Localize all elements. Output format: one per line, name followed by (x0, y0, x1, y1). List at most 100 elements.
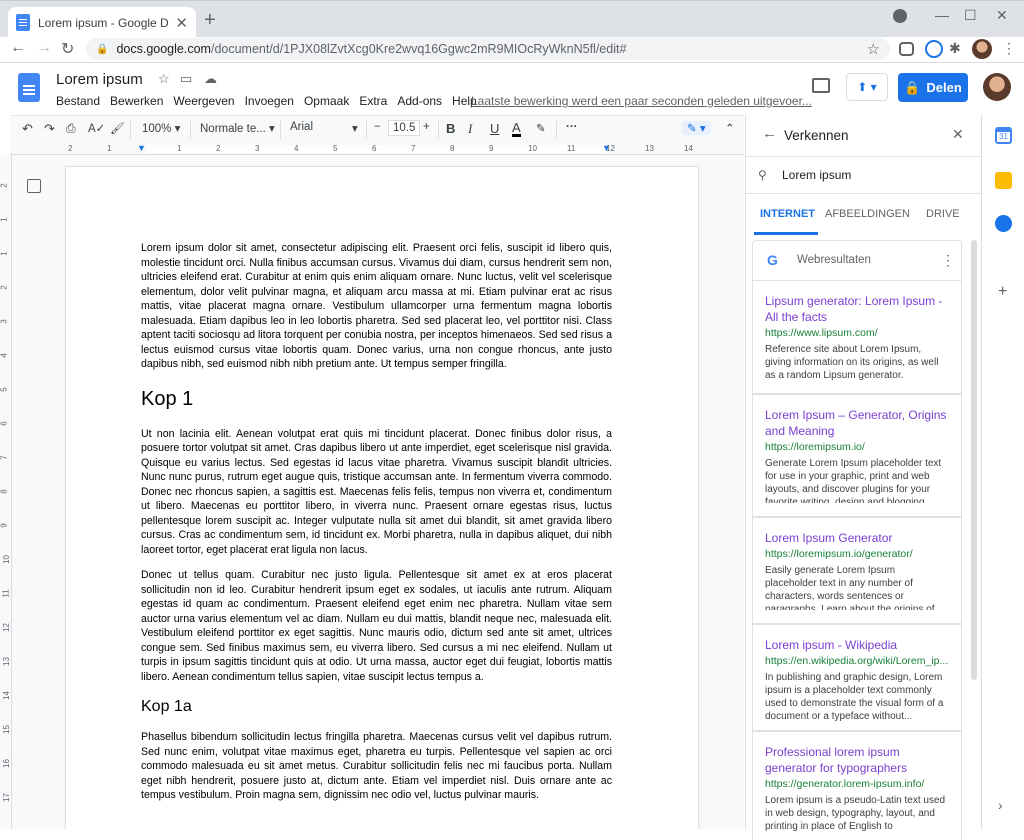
bookmark-star-icon[interactable]: ☆ (867, 40, 880, 58)
document-body[interactable]: Lorem ipsum dolor sit amet, consectetur … (141, 241, 612, 803)
docs-logo-icon[interactable] (18, 73, 40, 102)
pocket-icon[interactable] (899, 42, 914, 56)
bold-button[interactable]: B (446, 121, 455, 136)
result-card[interactable]: Lorem Ipsum Generator https://loremipsum… (752, 517, 962, 624)
keep-icon[interactable] (995, 172, 1012, 189)
decrease-font-size-button[interactable]: − (374, 121, 381, 133)
ruler-number: 4 (0, 353, 9, 358)
menu-edit[interactable]: Bewerken (110, 94, 163, 108)
result-card[interactable]: Lorem ipsum - Wikipedia https://en.wikip… (752, 624, 962, 731)
ruler-number: 4 (294, 144, 299, 153)
more-options-icon[interactable]: ⋮ (941, 252, 955, 269)
menu-format[interactable]: Opmaak (304, 94, 349, 108)
font-size-input[interactable]: 10.5 (388, 120, 421, 136)
result-url: https://loremipsum.io/ (765, 441, 865, 453)
present-button[interactable]: ⬆ ▾ (846, 73, 888, 101)
menu-file[interactable]: Bestand (56, 94, 100, 108)
menu-tools[interactable]: Extra (359, 94, 387, 108)
undo-icon[interactable]: ↶ (22, 121, 33, 137)
document-title[interactable]: Lorem ipsum (56, 71, 143, 88)
result-title[interactable]: Lorem ipsum - Wikipedia (765, 637, 949, 653)
move-folder-icon[interactable]: ▭ (180, 71, 192, 87)
redo-icon[interactable]: ↷ (44, 121, 55, 137)
address-bar[interactable]: 🔒 docs.google.com/document/d/1PJX08lZvtX… (86, 38, 890, 60)
maximize-button[interactable]: ☐ (964, 7, 977, 24)
minimize-button[interactable]: — (935, 7, 949, 23)
paragraph[interactable]: Ut non lacinia elit. Aenean volutpat era… (141, 427, 612, 558)
collapse-menus-icon[interactable]: ⌃ (725, 121, 735, 135)
font-select[interactable]: Arial ▾ (290, 121, 360, 135)
tab-drive[interactable]: DRIVE (926, 208, 960, 220)
calendar-icon[interactable]: 31 (995, 127, 1012, 144)
back-button[interactable]: ← (10, 39, 26, 57)
result-card[interactable]: Professional lorem ipsum generator for t… (752, 731, 962, 840)
left-indent-marker-icon[interactable]: ▼ (137, 143, 146, 153)
share-button[interactable]: 🔒 Delen (898, 73, 968, 102)
paragraph[interactable]: Phasellus bibendum sollicitudin lectus f… (141, 730, 612, 803)
ruler-number: 6 (0, 421, 9, 426)
tasks-icon[interactable] (995, 215, 1012, 232)
forward-button[interactable]: → (36, 39, 52, 57)
horizontal-ruler[interactable]: ▼ ▼ 2 1 1 2 3 4 5 6 7 8 9 10 11 12 13 14 (10, 143, 744, 155)
back-arrow-icon[interactable]: ← (762, 125, 777, 142)
more-tools-icon[interactable]: ··· (566, 121, 578, 133)
explore-search-input[interactable]: ⚲ Lorem ipsum (746, 156, 981, 194)
close-tab-icon[interactable]: ✕ (175, 14, 188, 32)
underline-button[interactable]: U (490, 121, 499, 136)
tab-title: Lorem ipsum - Google Documen (38, 15, 169, 30)
heading-1[interactable]: Kop 1 (141, 372, 612, 427)
heading-1a[interactable]: Kop 1a (141, 684, 612, 730)
browser-menu-icon[interactable]: ⋮ (1002, 40, 1020, 58)
close-window-button[interactable]: ✕ (996, 7, 1008, 24)
result-title[interactable]: Professional lorem ipsum generator for t… (765, 744, 949, 776)
google-logo-icon: G (767, 252, 778, 268)
result-title[interactable]: Lipsum generator: Lorem Ipsum - All the … (765, 293, 949, 325)
browser-tab[interactable]: Lorem ipsum - Google Documen ✕ (8, 7, 196, 38)
tab-images[interactable]: AFBEELDINGEN (825, 208, 910, 220)
ruler-number: 2 (0, 183, 9, 188)
expand-panel-icon[interactable]: › (998, 797, 1003, 813)
search-icon: ⚲ (758, 168, 767, 182)
result-title[interactable]: Lorem Ipsum Generator (765, 530, 949, 546)
ruler-number: 9 (489, 144, 494, 153)
result-card[interactable]: Lorem Ipsum – Generator, Origins and Mea… (752, 394, 962, 517)
star-icon[interactable]: ☆ (158, 71, 170, 87)
highlight-icon[interactable]: ✎ (536, 121, 546, 135)
ruler-number: 1 (177, 144, 182, 153)
add-addon-icon[interactable]: + (998, 283, 1007, 301)
account-avatar[interactable] (983, 73, 1011, 101)
text-color-button[interactable]: A (512, 121, 521, 137)
close-icon[interactable]: ✕ (952, 126, 964, 143)
italic-button[interactable]: I (468, 121, 472, 137)
ruler-number: 8 (450, 144, 455, 153)
paragraph[interactable]: Lorem ipsum dolor sit amet, consectetur … (141, 241, 612, 372)
editing-mode-button[interactable]: ✎ ▾ (682, 121, 711, 135)
last-edit-link[interactable]: Laatste bewerking werd een paar seconden… (471, 94, 812, 108)
style-value: Normale te... (200, 123, 266, 135)
comment-history-icon[interactable] (812, 78, 830, 93)
style-select[interactable]: Normale te... ▾ (200, 121, 275, 135)
extensions-icon[interactable]: ✱ (949, 40, 967, 58)
print-icon[interactable]: ⎙ (66, 121, 76, 136)
tab-internet[interactable]: INTERNET (760, 208, 815, 220)
document-outline-icon[interactable] (27, 179, 41, 193)
document-page[interactable]: Lorem ipsum dolor sit amet, consectetur … (66, 167, 698, 829)
menu-insert[interactable]: Invoegen (245, 94, 294, 108)
result-title[interactable]: Lorem Ipsum – Generator, Origins and Mea… (765, 407, 949, 439)
menu-view[interactable]: Weergeven (173, 94, 234, 108)
result-card[interactable]: Lipsum generator: Lorem Ipsum - All the … (752, 280, 962, 394)
paragraph[interactable]: Donec ut tellus quam. Curabitur nec just… (141, 568, 612, 684)
increase-font-size-button[interactable]: + (423, 121, 430, 133)
menu-addons[interactable]: Add-ons (397, 94, 442, 108)
profile-avatar[interactable] (972, 39, 992, 59)
spellcheck-icon[interactable]: A✓ (88, 121, 105, 135)
new-tab-button[interactable]: + (204, 9, 216, 32)
explore-scrollbar[interactable] (971, 240, 977, 680)
zoom-select[interactable]: 100% ▾ (142, 121, 180, 135)
profile-menu-icon[interactable] (893, 9, 907, 23)
vertical-ruler[interactable]: 2 1 1 2 3 4 5 6 7 8 9 10 11 12 13 14 15 16 17 (0, 155, 12, 829)
cloud-status-icon[interactable]: ☁ (204, 71, 217, 87)
password-manager-icon[interactable] (925, 40, 943, 58)
paint-format-icon[interactable]: 🖌 (110, 121, 125, 135)
reload-button[interactable]: ↻ (61, 39, 74, 59)
